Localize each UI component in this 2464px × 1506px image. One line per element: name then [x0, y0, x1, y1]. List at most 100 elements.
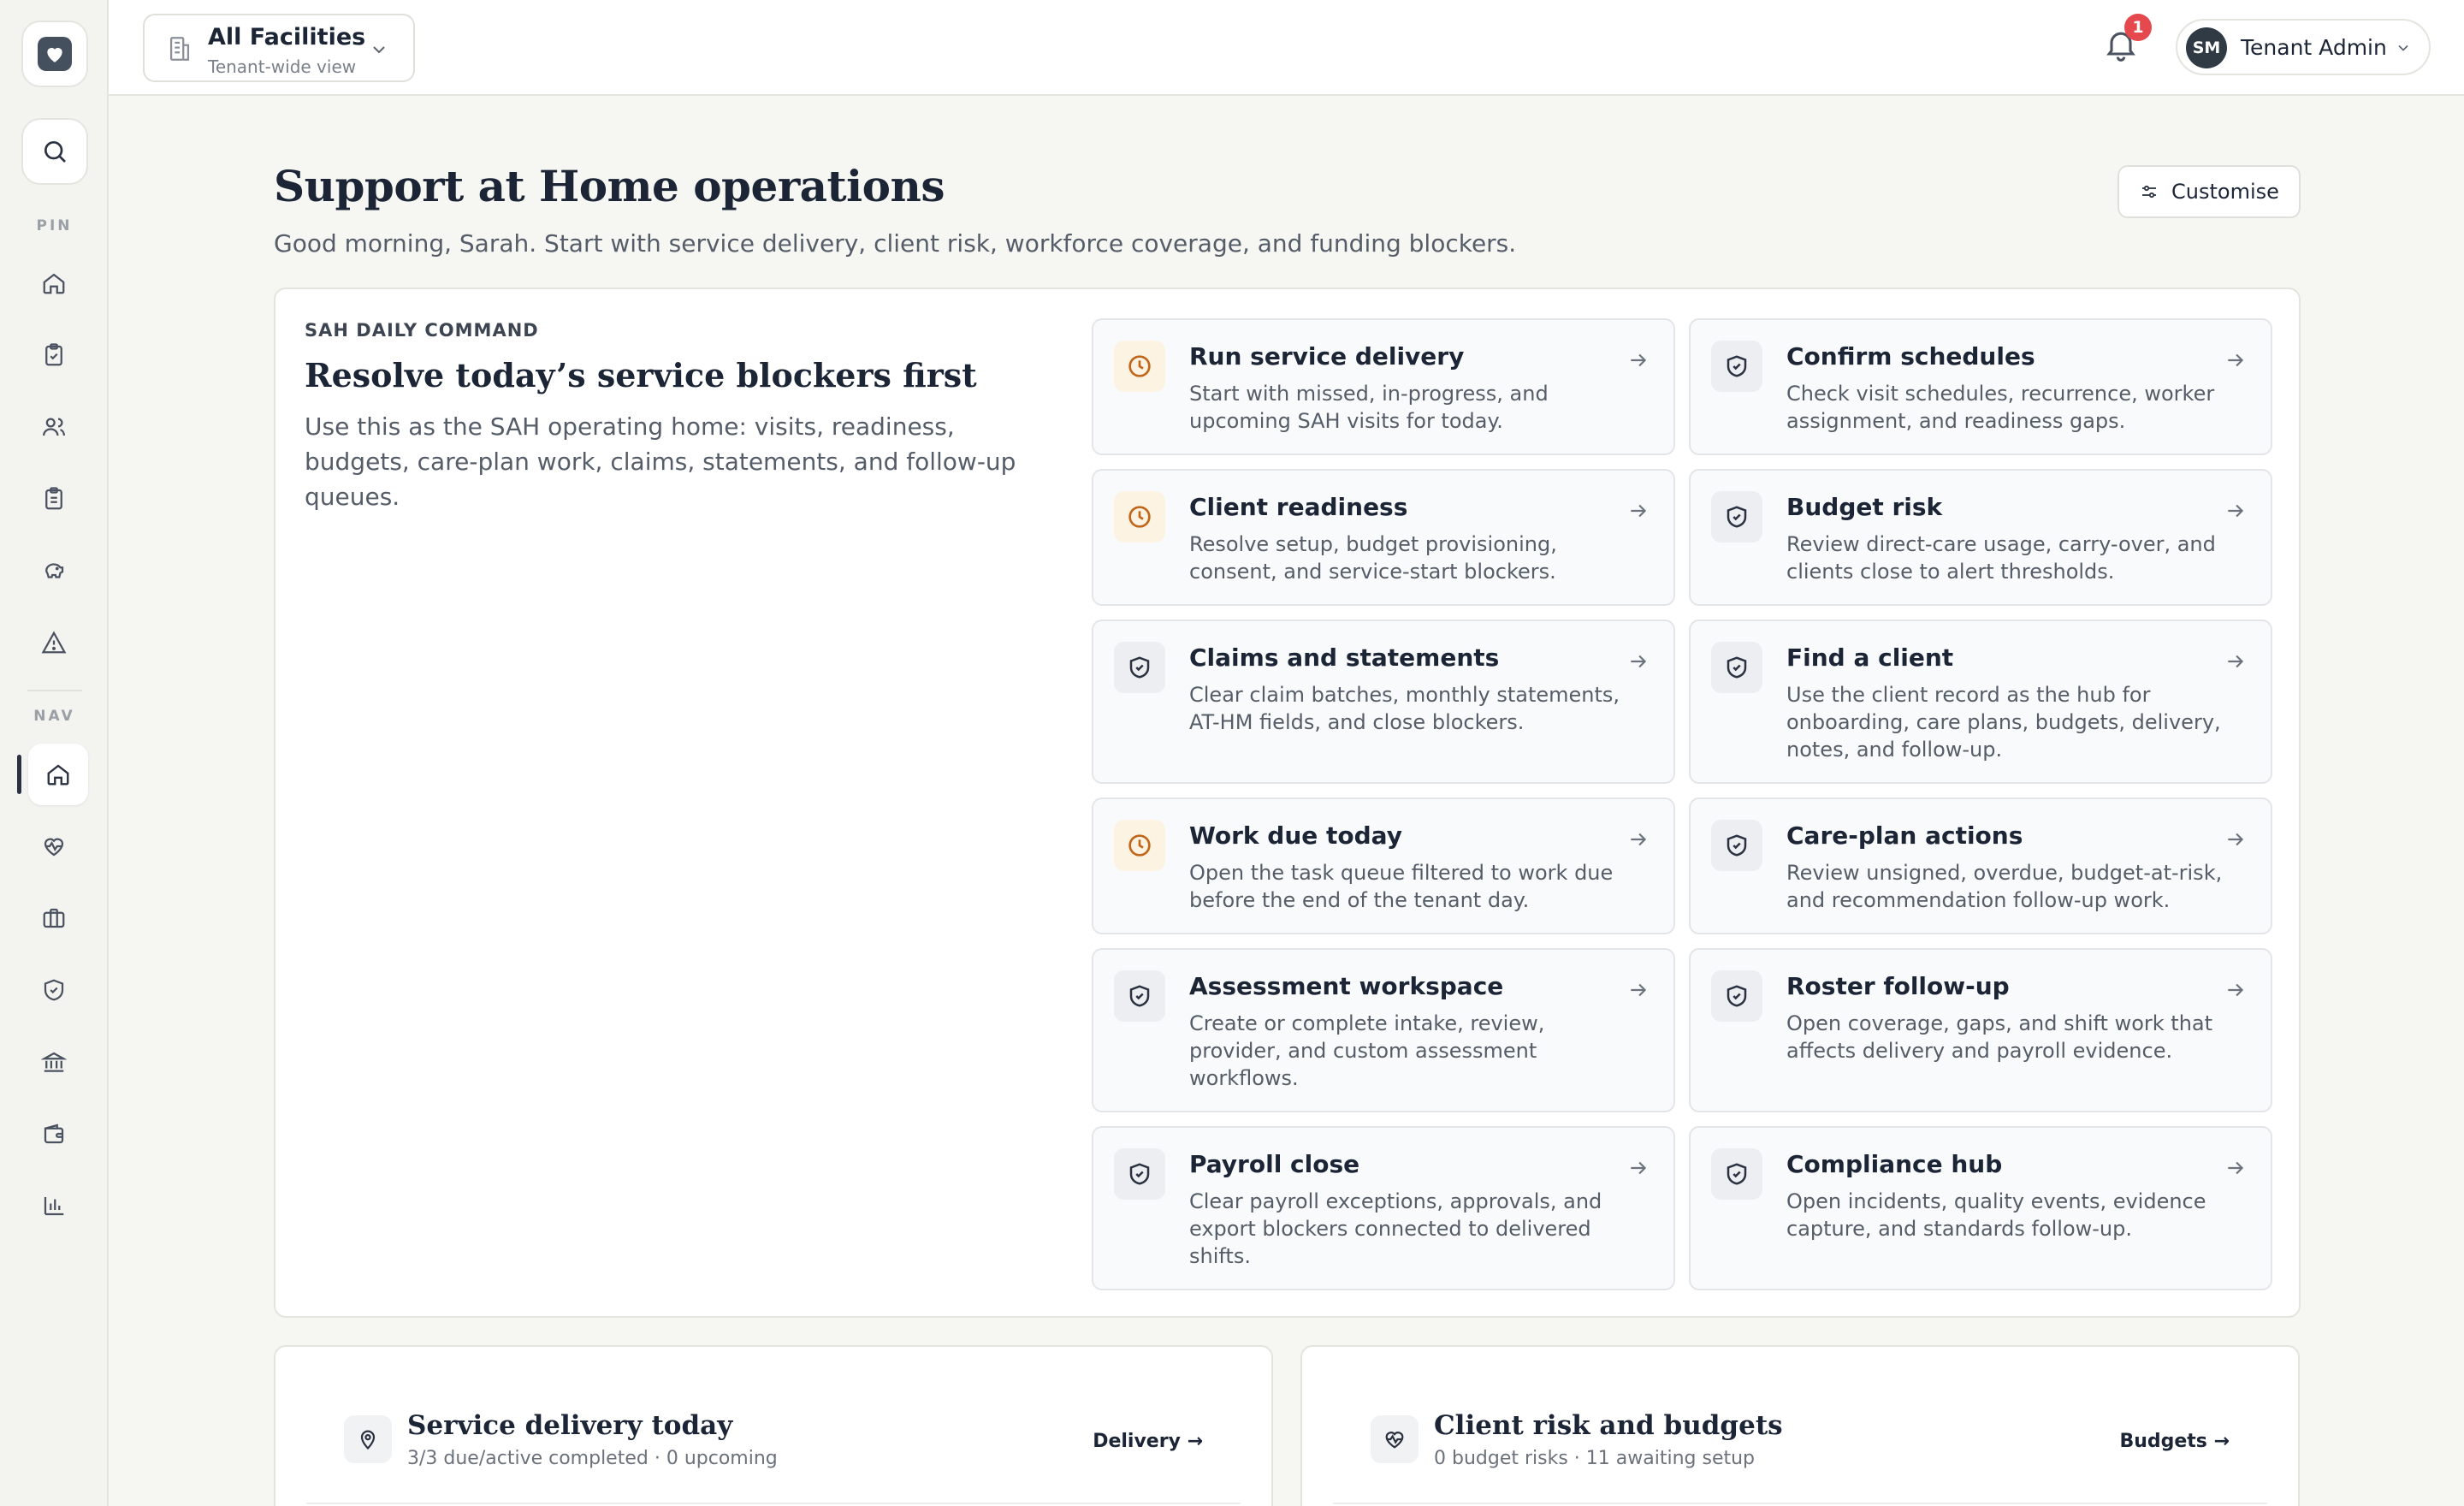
daily-command-panel: SAH DAILY COMMAND Resolve today’s servic… — [274, 288, 2301, 1318]
card-description: Use the client record as the hub for onb… — [1786, 683, 2221, 762]
shield-check-icon — [1114, 642, 1165, 693]
arrow-right-icon — [1627, 828, 1650, 851]
avatar: SM — [2186, 27, 2227, 68]
nav-workforce-button[interactable] — [28, 892, 80, 944]
heart-pulse-icon — [1371, 1415, 1419, 1463]
action-card-care-plan-actions[interactable]: Care-plan actions Review unsigned, overd… — [1689, 797, 2272, 934]
notifications-button[interactable]: 1 — [2102, 14, 2152, 68]
card-description: Start with missed, in-progress, and upco… — [1189, 382, 1549, 433]
app-logo[interactable] — [21, 21, 88, 87]
panel-description: Use this as the SAH operating home: visi… — [305, 412, 1016, 511]
shield-check-icon — [1114, 1148, 1165, 1200]
budgets-link[interactable]: Budgets → — [2119, 1431, 2230, 1452]
action-card-compliance-hub[interactable]: Compliance hub Open incidents, quality e… — [1689, 1126, 2272, 1290]
user-menu[interactable]: SM Tenant Admin — [2176, 19, 2431, 75]
search-icon — [41, 138, 68, 165]
sidebar-divider — [27, 690, 82, 691]
users-icon — [41, 414, 67, 440]
bank-icon — [41, 1049, 67, 1075]
arrow-right-icon — [2224, 349, 2247, 371]
card-description: Check visit schedules, recurrence, worke… — [1786, 382, 2215, 433]
facility-selector[interactable]: All Facilities Tenant-wide view — [143, 14, 415, 82]
alert-triangle-icon — [41, 630, 67, 655]
shield-check-icon — [1114, 970, 1165, 1022]
pin-section-label: PIN — [36, 217, 73, 234]
heart-logo-icon — [38, 37, 72, 71]
page-subtitle: Good morning, Sarah. Start with service … — [274, 229, 1517, 258]
card-title: Confirm schedules — [1786, 342, 2035, 371]
shield-check-icon — [1711, 820, 1762, 871]
client-risk-title: Client risk and budgets — [1434, 1410, 1783, 1441]
delivery-link[interactable]: Delivery → — [1093, 1431, 1203, 1452]
pin-incidents-button[interactable] — [28, 617, 80, 668]
shield-check-icon — [1711, 970, 1762, 1022]
customise-label: Customise — [2171, 180, 2279, 204]
card-title: Client readiness — [1189, 493, 1408, 521]
nav-section-label: NAV — [33, 708, 75, 725]
chevron-down-icon — [2395, 39, 2412, 56]
piggy-bank-icon — [41, 558, 67, 584]
card-description: Review unsigned, overdue, budget-at-risk… — [1786, 861, 2223, 912]
card-description: Clear claim batches, monthly statements,… — [1189, 683, 1620, 734]
arrow-right-icon — [2224, 1157, 2247, 1179]
building-icon — [165, 34, 194, 63]
notification-count-badge: 1 — [2124, 14, 2152, 41]
page-title: Support at Home operations — [274, 161, 945, 211]
action-card-run-service-delivery[interactable]: Run service delivery Start with missed, … — [1092, 318, 1675, 455]
action-card-budget-risk[interactable]: Budget risk Review direct-care usage, ca… — [1689, 469, 2272, 606]
service-delivery-summary: 3/3 due/active completed · 0 upcoming — [407, 1448, 778, 1469]
card-title: Assessment workspace — [1189, 972, 1504, 1000]
nav-reports-button[interactable] — [28, 1180, 80, 1231]
action-card-assessment-workspace[interactable]: Assessment workspace Create or complete … — [1092, 948, 1675, 1112]
card-title: Find a client — [1786, 643, 1954, 672]
arrow-right-icon — [2224, 500, 2247, 522]
shield-check-icon — [41, 977, 67, 1003]
sliders-icon — [2139, 181, 2159, 202]
pin-clients-button[interactable] — [28, 401, 80, 453]
nav-care-button[interactable] — [28, 821, 80, 872]
facility-name: All Facilities — [208, 24, 366, 50]
card-description: Resolve setup, budget provisioning, cons… — [1189, 532, 1557, 584]
arrow-right-icon — [1627, 349, 1650, 371]
pin-tasks-button[interactable] — [28, 329, 80, 381]
arrow-right-icon — [1627, 650, 1650, 673]
pin-budgets-button[interactable] — [28, 545, 80, 596]
nav-funding-button[interactable] — [28, 1036, 80, 1088]
pin-home-button[interactable] — [28, 258, 80, 309]
panel-eyebrow: SAH DAILY COMMAND — [305, 320, 539, 341]
service-delivery-title: Service delivery today — [407, 1410, 733, 1441]
action-card-find-client[interactable]: Find a client Use the client record as t… — [1689, 620, 2272, 784]
nav-home-button[interactable] — [28, 744, 88, 805]
card-title: Roster follow-up — [1786, 972, 2010, 1000]
action-card-payroll-close[interactable]: Payroll close Clear payroll exceptions, … — [1092, 1126, 1675, 1290]
action-card-roster-follow-up[interactable]: Roster follow-up Open coverage, gaps, an… — [1689, 948, 2272, 1112]
heart-pulse-icon — [41, 833, 67, 859]
clock-icon — [1114, 820, 1165, 871]
clipboard-check-icon — [41, 342, 67, 368]
search-button[interactable] — [21, 118, 88, 185]
card-description: Open the task queue filtered to work due… — [1189, 861, 1614, 912]
card-description: Open coverage, gaps, and shift work that… — [1786, 1011, 2213, 1063]
card-title: Care-plan actions — [1786, 821, 2023, 850]
divider — [1333, 1503, 2267, 1504]
client-risk-summary: 0 budget risks · 11 awaiting setup — [1434, 1448, 1756, 1469]
divider — [306, 1503, 1241, 1504]
pin-care-plans-button[interactable] — [28, 473, 80, 525]
customise-button[interactable]: Customise — [2118, 165, 2301, 218]
action-card-work-due-today[interactable]: Work due today Open the task queue filte… — [1092, 797, 1675, 934]
action-card-client-readiness[interactable]: Client readiness Resolve setup, budget p… — [1092, 469, 1675, 606]
shield-check-icon — [1711, 491, 1762, 543]
card-description: Clear payroll exceptions, approvals, and… — [1189, 1189, 1602, 1268]
card-title: Payroll close — [1189, 1150, 1360, 1178]
card-description: Create or complete intake, review, provi… — [1189, 1011, 1545, 1090]
card-title: Budget risk — [1786, 493, 1943, 521]
nav-compliance-button[interactable] — [28, 964, 80, 1016]
card-title: Run service delivery — [1189, 342, 1465, 371]
panel-title: Resolve today’s service blockers first — [305, 356, 977, 394]
home-icon — [45, 762, 71, 787]
map-pin-icon — [344, 1415, 392, 1463]
action-card-claims-statements[interactable]: Claims and statements Clear claim batche… — [1092, 620, 1675, 784]
nav-billing-button[interactable] — [28, 1108, 80, 1159]
card-title: Work due today — [1189, 821, 1402, 850]
action-card-confirm-schedules[interactable]: Confirm schedules Check visit schedules,… — [1689, 318, 2272, 455]
